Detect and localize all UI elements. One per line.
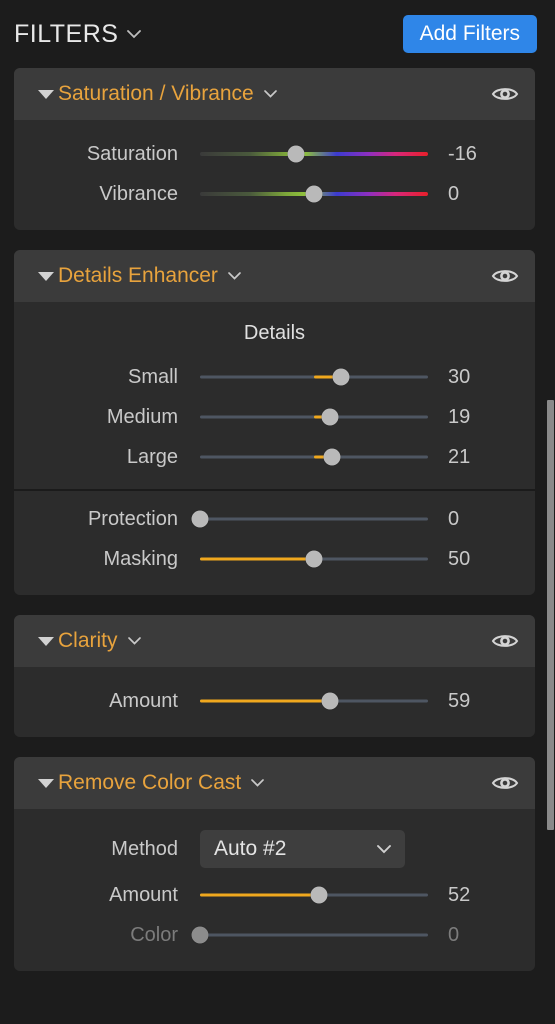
filter-panel-clarity: Clarity Amount 59 bbox=[14, 615, 535, 737]
filters-toolbar: FILTERS Add Filters bbox=[0, 0, 555, 68]
panel-body: Method Auto #2 Amount 52 Color 0 bbox=[14, 809, 535, 971]
slider-row-protection: Protection 0 bbox=[14, 499, 535, 539]
slider-row-saturation: Saturation -16 bbox=[14, 134, 535, 174]
filter-panel-saturation-vibrance: Saturation / Vibrance Saturation -16 Vib… bbox=[14, 68, 535, 230]
slider-knob[interactable] bbox=[310, 886, 328, 904]
add-filters-button[interactable]: Add Filters bbox=[402, 15, 537, 53]
details-subheading: Details bbox=[243, 322, 306, 344]
slider-track bbox=[200, 152, 428, 156]
slider-protection[interactable] bbox=[191, 509, 428, 529]
chevron-down-icon[interactable] bbox=[126, 29, 142, 40]
panel-header[interactable]: Remove Color Cast bbox=[14, 757, 535, 809]
page-title: FILTERS bbox=[14, 19, 119, 48]
slider-label: Amount bbox=[109, 689, 178, 712]
slider-knob[interactable] bbox=[332, 368, 350, 386]
slider-fill bbox=[200, 557, 314, 561]
slider-row-masking: Masking 50 bbox=[14, 539, 535, 579]
chevron-down-icon[interactable] bbox=[263, 89, 278, 99]
filters-panel-list: Saturation / Vibrance Saturation -16 Vib… bbox=[0, 68, 555, 971]
slider-label: Small bbox=[127, 365, 178, 388]
slider-value: 59 bbox=[448, 689, 471, 712]
slider-masking[interactable] bbox=[200, 549, 428, 569]
slider-label: Protection bbox=[87, 507, 178, 530]
slider-fill bbox=[200, 893, 319, 897]
panel-header[interactable]: Saturation / Vibrance bbox=[14, 68, 535, 120]
panel-body: Details Small 30 Medium 19 Large 21 Prot… bbox=[14, 302, 535, 595]
eye-icon[interactable] bbox=[491, 632, 519, 650]
slider-row-cast-color: Color 0 bbox=[14, 915, 535, 955]
slider-value: 0 bbox=[448, 507, 460, 530]
slider-value: 21 bbox=[448, 445, 471, 468]
slider-value: 50 bbox=[448, 547, 471, 570]
method-select-value[interactable]: Auto #2 bbox=[200, 830, 405, 868]
scrollbar-thumb[interactable] bbox=[547, 400, 554, 830]
slider-row-small: Small 30 bbox=[14, 357, 535, 397]
method-select[interactable]: Auto #2 bbox=[200, 830, 405, 868]
method-row: Method Auto #2 bbox=[14, 823, 535, 875]
slider-knob[interactable] bbox=[321, 408, 339, 426]
panel-body: Amount 59 bbox=[14, 667, 535, 737]
slider-value: 0 bbox=[448, 923, 460, 946]
slider-label: Saturation bbox=[86, 142, 178, 165]
slider-knob[interactable] bbox=[191, 510, 209, 528]
slider-value: -16 bbox=[448, 142, 477, 165]
panel-title: Clarity bbox=[58, 629, 118, 652]
scrollbar-track[interactable] bbox=[546, 0, 555, 1024]
slider-label: Amount bbox=[109, 883, 178, 906]
panel-title: Details Enhancer bbox=[58, 264, 218, 287]
slider-knob[interactable] bbox=[321, 692, 339, 710]
slider-knob[interactable] bbox=[191, 926, 209, 944]
slider-saturation[interactable] bbox=[200, 144, 428, 164]
triangle-down-icon[interactable] bbox=[38, 271, 54, 281]
eye-icon[interactable] bbox=[491, 267, 519, 285]
panel-body: Saturation -16 Vibrance 0 bbox=[14, 120, 535, 230]
slider-value: 30 bbox=[448, 365, 471, 388]
triangle-down-icon[interactable] bbox=[38, 778, 54, 788]
slider-vibrance[interactable] bbox=[200, 184, 428, 204]
slider-knob[interactable] bbox=[305, 550, 323, 568]
slider-small[interactable] bbox=[200, 367, 428, 387]
slider-label: Medium bbox=[106, 405, 178, 428]
slider-label: Large bbox=[126, 445, 178, 468]
section-divider bbox=[14, 489, 535, 491]
slider-fill bbox=[200, 699, 330, 703]
slider-cast-amount[interactable] bbox=[200, 885, 428, 905]
triangle-down-icon[interactable] bbox=[38, 636, 54, 646]
eye-icon[interactable] bbox=[491, 85, 519, 103]
chevron-down-icon[interactable] bbox=[127, 636, 142, 646]
slider-large[interactable] bbox=[200, 447, 428, 467]
panel-header[interactable]: Details Enhancer bbox=[14, 250, 535, 302]
panel-header[interactable]: Clarity bbox=[14, 615, 535, 667]
slider-label: Masking bbox=[103, 547, 178, 570]
slider-row-cast-amount: Amount 52 bbox=[14, 875, 535, 915]
slider-value: 52 bbox=[448, 883, 471, 906]
panel-title: Remove Color Cast bbox=[58, 771, 242, 794]
triangle-down-icon[interactable] bbox=[38, 89, 54, 99]
slider-knob[interactable] bbox=[305, 185, 323, 203]
filter-panel-remove-color-cast: Remove Color Cast Method Auto #2 Amount … bbox=[14, 757, 535, 971]
slider-label: Color bbox=[130, 923, 178, 946]
slider-row-large: Large 21 bbox=[14, 437, 535, 477]
chevron-down-icon[interactable] bbox=[227, 271, 242, 281]
slider-label: Vibrance bbox=[99, 182, 178, 205]
slider-knob[interactable] bbox=[287, 145, 305, 163]
slider-knob[interactable] bbox=[323, 448, 341, 466]
slider-row-clarity-amount: Amount 59 bbox=[14, 681, 535, 721]
slider-row-medium: Medium 19 bbox=[14, 397, 535, 437]
slider-row-vibrance: Vibrance 0 bbox=[14, 174, 535, 214]
slider-track bbox=[200, 517, 428, 521]
method-label: Method bbox=[111, 837, 178, 860]
slider-cast-color[interactable] bbox=[191, 925, 428, 945]
slider-value: 0 bbox=[448, 182, 460, 205]
slider-value: 19 bbox=[448, 405, 471, 428]
filter-panel-details-enhancer: Details Enhancer Details Small 30 Medium… bbox=[14, 250, 535, 595]
slider-clarity-amount[interactable] bbox=[200, 691, 428, 711]
chevron-down-icon[interactable] bbox=[250, 778, 265, 788]
slider-track bbox=[200, 933, 428, 937]
eye-icon[interactable] bbox=[491, 774, 519, 792]
slider-medium[interactable] bbox=[200, 407, 428, 427]
panel-title: Saturation / Vibrance bbox=[58, 82, 254, 105]
